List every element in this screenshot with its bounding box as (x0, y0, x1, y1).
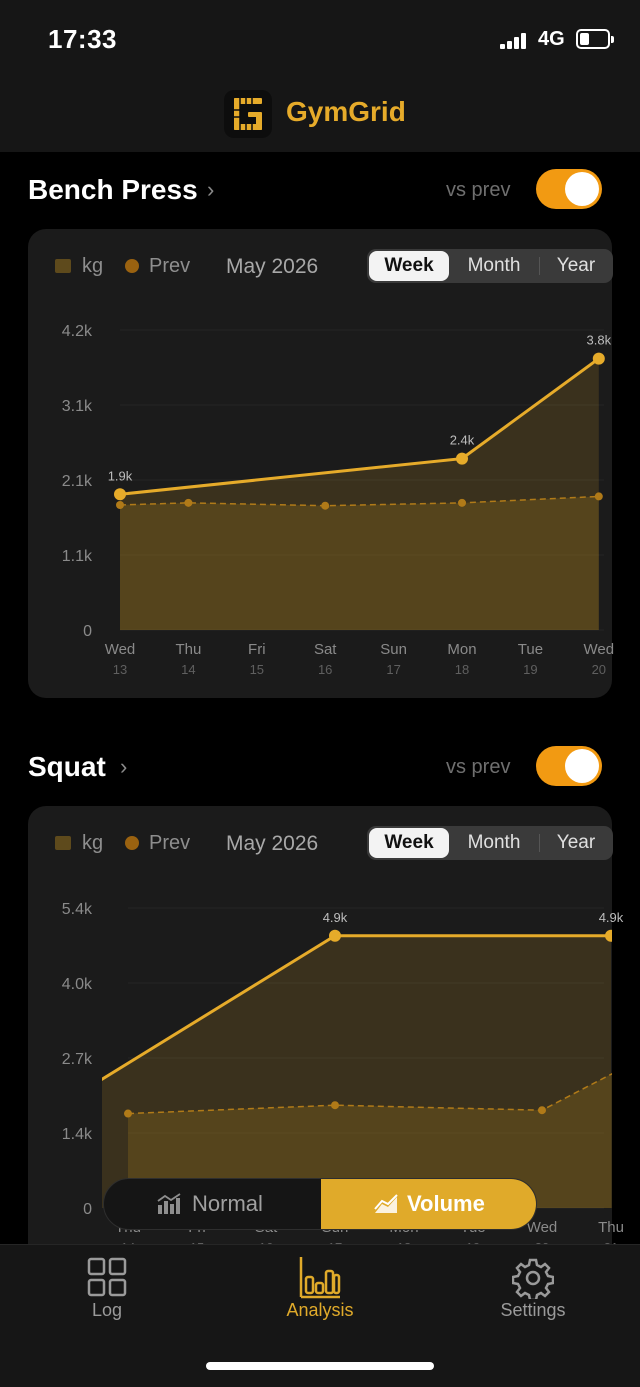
grid-icon (87, 1257, 127, 1297)
tab-log-label[interactable]: Log (47, 1300, 167, 1321)
vs-prev-toggle[interactable] (536, 169, 602, 209)
segment-year[interactable]: Year (541, 249, 611, 283)
exercise-title-squat[interactable]: Squat (28, 751, 106, 783)
battery-icon (576, 29, 614, 49)
vs-prev-label: vs prev (446, 179, 511, 201)
legend-prev-label: Prev (149, 832, 191, 854)
status-bar: 17:33 4G (0, 0, 640, 80)
vs-prev-toggle[interactable] (536, 746, 602, 786)
legend-prev-swatch (125, 259, 139, 273)
view-mode-toggle: Normal Volume (103, 1178, 537, 1230)
app-title: GymGrid (286, 96, 406, 127)
app-logo (224, 90, 272, 138)
legend-kg-swatch (55, 836, 71, 850)
segment-year[interactable]: Year (541, 826, 611, 860)
volume-mode-button[interactable]: Volume (321, 1179, 536, 1229)
volume-mode-label: Volume (407, 1191, 485, 1216)
legend-prev-swatch (125, 836, 139, 850)
period-segmented-control: Week Month Year (367, 249, 613, 283)
chevron-right-icon[interactable]: › (207, 177, 214, 203)
bar-chart-icon (157, 1193, 181, 1214)
signal-icon (500, 33, 530, 49)
segment-month[interactable]: Month (451, 249, 537, 283)
period-label: May 2026 (226, 832, 319, 855)
normal-mode-button[interactable]: Normal (104, 1179, 321, 1229)
status-time: 17:33 (48, 24, 117, 54)
period-label: May 2026 (226, 255, 319, 278)
chart-card-bench-press: kg Prev May 2026 Week Month Year (28, 229, 613, 698)
tab-analysis[interactable] (298, 1255, 342, 1299)
home-indicator (206, 1362, 434, 1370)
tab-settings[interactable] (511, 1257, 555, 1302)
segment-month[interactable]: Month (451, 826, 537, 860)
legend-kg-label: kg (82, 832, 104, 854)
network-label: 4G (538, 28, 565, 50)
exercise-title-bench-press[interactable]: Bench Press (28, 174, 198, 206)
prev-point (628, 1060, 636, 1068)
normal-mode-label: Normal (192, 1191, 263, 1216)
chevron-right-icon[interactable]: › (120, 754, 127, 780)
tab-log[interactable] (87, 1257, 127, 1297)
period-segmented-control: Week Month Year (367, 826, 613, 860)
legend-kg-swatch (55, 259, 71, 273)
segment-week[interactable]: Week (369, 251, 449, 281)
vs-prev-label: vs prev (446, 756, 511, 778)
chart-card-squat: kg Prev May 2026 Week Month Year (28, 806, 613, 1306)
tab-settings-label[interactable]: Settings (473, 1300, 593, 1321)
legend-kg-label: kg (82, 255, 104, 277)
bar-chart-icon (299, 1257, 341, 1299)
gear-icon (511, 1258, 555, 1302)
area-chart-icon (374, 1194, 398, 1213)
legend-prev-label: Prev (149, 255, 191, 277)
tab-analysis-label[interactable]: Analysis (260, 1300, 380, 1321)
segment-week[interactable]: Week (369, 828, 449, 858)
